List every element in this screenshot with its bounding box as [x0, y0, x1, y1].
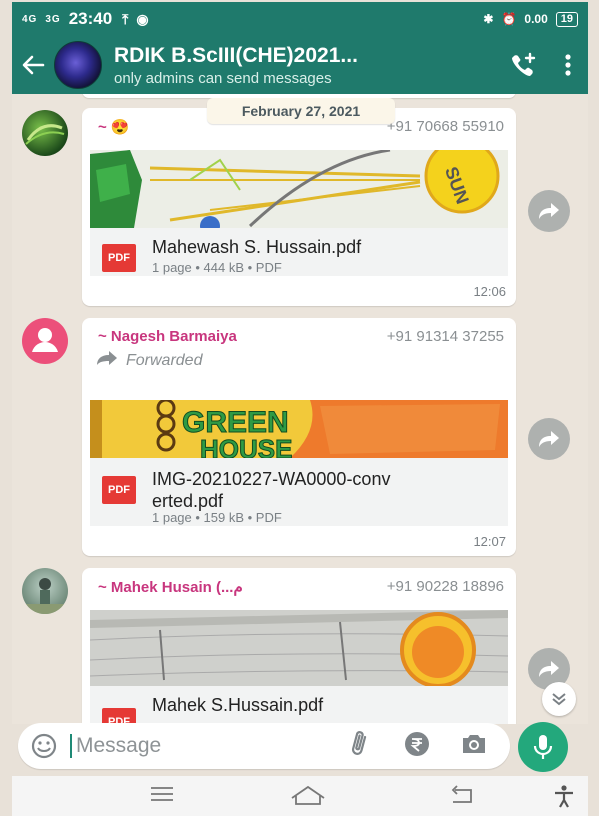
forwarded-label: Forwarded [96, 350, 202, 371]
accessibility-icon[interactable] [544, 784, 584, 808]
message-composer [18, 723, 510, 769]
status-time: 23:40 [68, 9, 113, 28]
document-row[interactable]: PDF Mahewash S. Hussain.pdf 1 page • 444… [90, 228, 508, 276]
avatar[interactable] [22, 568, 68, 614]
message-input[interactable] [70, 734, 270, 758]
sender-name[interactable]: ~ Mahek Husain (...م [98, 578, 243, 596]
sender-phone[interactable]: +91 91314 37255 [387, 328, 504, 345]
status-right-group: ✱ ⏰ 0.00 19 [483, 11, 578, 27]
message-bubble[interactable]: ~ Mahek Husain (...م +91 90228 18896 PDF… [82, 568, 516, 724]
document-thumbnail[interactable]: GREEN HOUSE [90, 400, 508, 458]
network-3g-indicator: 3G [45, 13, 61, 25]
system-nav-bar [12, 776, 588, 816]
battery-indicator: 19 [555, 11, 578, 27]
chat-header: RDIK B.ScIII(CHE)2021... only admins can… [12, 36, 588, 94]
rupee-icon[interactable] [404, 731, 430, 762]
sync-icon: ◉ [136, 10, 149, 27]
data-speed: 0.00 [524, 12, 548, 26]
document-meta: 1 page • 444 kB • PDF [152, 260, 282, 275]
sender-name[interactable]: ~ Nagesh Barmaiya [98, 328, 237, 345]
forward-icon [96, 350, 118, 371]
forwarded-text: Forwarded [126, 351, 203, 369]
status-bar: 4G 3G 23:40 ⤒ ◉ ✱ ⏰ 0.00 19 [12, 2, 588, 36]
avatar[interactable] [22, 110, 68, 156]
mic-icon[interactable] [518, 722, 568, 772]
back-arrow-icon[interactable] [12, 36, 54, 94]
document-name-line-1: IMG-20210227-WA0000-conv [152, 469, 391, 489]
emoji-icon[interactable] [18, 733, 70, 759]
more-vert-icon[interactable] [548, 54, 588, 76]
chat-area[interactable]: February 27, 2021 ~ 😍 +91 70668 55910 SU… [12, 94, 588, 724]
document-row[interactable]: PDF Mahek S.Hussain.pdf [90, 686, 508, 724]
message-time: 12:07 [473, 534, 506, 549]
avatar[interactable] [22, 318, 68, 364]
composer-actions [348, 730, 510, 762]
pdf-file-icon: PDF [102, 244, 136, 272]
camera-icon[interactable] [460, 732, 488, 761]
sender-row: ~ Mahek Husain (...م +91 90228 18896 [98, 578, 504, 598]
document-name: Mahek S.Hussain.pdf [152, 695, 324, 715]
menu-icon[interactable] [142, 784, 182, 804]
document-thumbnail[interactable] [90, 610, 508, 686]
bluetooth-icon: ✱ [483, 12, 494, 26]
sender-name[interactable]: ~ 😍 [98, 118, 130, 136]
document-name: Mahewash S. Hussain.pdf [152, 237, 362, 257]
sender-row: ~ Nagesh Barmaiya +91 91314 37255 [98, 328, 504, 348]
document-row[interactable]: PDF IMG-20210227-WA0000-conv erted.pdf 1… [90, 458, 508, 526]
document-name: IMG-20210227-WA0000-conv erted.pdf [152, 468, 496, 512]
document-thumbnail[interactable]: SUN [90, 150, 508, 228]
message-time: 12:06 [473, 284, 506, 299]
group-info[interactable]: RDIK B.ScIII(CHE)2021... only admins can… [114, 44, 498, 87]
share-icon[interactable] [528, 418, 570, 460]
group-title: RDIK B.ScIII(CHE)2021... [114, 43, 358, 67]
sender-phone[interactable]: +91 90228 18896 [387, 578, 504, 595]
message-bubble[interactable]: ~ 😍 +91 70668 55910 SUN PDF Mahewash S. [82, 108, 516, 306]
share-icon[interactable] [528, 190, 570, 232]
group-subtitle: only admins can send messages [114, 69, 332, 87]
group-avatar[interactable] [54, 41, 102, 89]
svg-text:HOUSE: HOUSE [200, 434, 292, 458]
message-bubble[interactable]: ~ Nagesh Barmaiya +91 91314 37255 Forwar… [82, 318, 516, 556]
sender-phone[interactable]: +91 70668 55910 [387, 118, 504, 135]
alarm-icon: ⏰ [501, 12, 517, 26]
back-icon[interactable] [442, 784, 482, 806]
attach-icon[interactable] [348, 730, 374, 762]
home-icon[interactable] [288, 784, 328, 806]
date-chip: February 27, 2021 [207, 98, 395, 124]
network-4g-indicator: 4G [22, 13, 38, 25]
double-chevron-down-icon[interactable] [542, 682, 576, 716]
document-meta: 1 page • 159 kB • PDF [152, 510, 282, 525]
upload-icon: ⤒ [122, 10, 129, 27]
pdf-file-icon: PDF [102, 476, 136, 504]
add-call-icon[interactable] [498, 52, 548, 78]
pdf-file-icon: PDF [102, 708, 136, 724]
document-name-line-2: erted.pdf [152, 491, 224, 511]
